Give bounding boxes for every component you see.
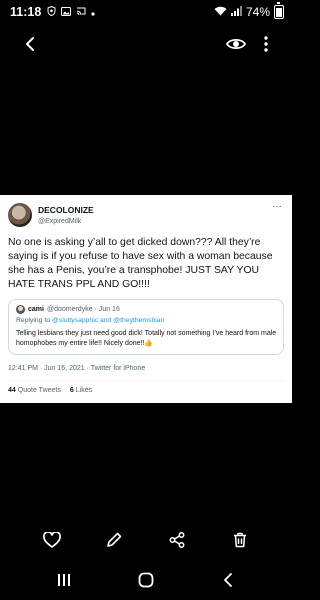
shield-notification-icon: [47, 5, 56, 19]
signal-icon: [230, 5, 242, 19]
recent-apps-button[interactable]: [52, 568, 76, 592]
quoted-tweet: cami @doomerdyke · Jun 16 Replying to @s…: [8, 299, 284, 355]
system-navigation-bar: [0, 568, 292, 592]
replying-to-handles: @sluttysapphic and @theythemsbian: [51, 317, 165, 324]
edit-button[interactable]: [102, 528, 126, 552]
display-name: DECOLONIZE: [38, 205, 94, 215]
system-back-button[interactable]: [216, 568, 240, 592]
dot-notification-icon: [91, 5, 95, 19]
tweet-stats: 44 Quote Tweets 6 Likes: [8, 381, 284, 394]
likes-count: 6: [69, 387, 74, 394]
view-button[interactable]: [222, 30, 250, 58]
tweet-author: DECOLONIZE @ExpiredMilk: [38, 203, 94, 227]
replying-prefix: Replying to: [16, 317, 52, 324]
share-button[interactable]: [165, 528, 189, 552]
home-icon: [138, 572, 154, 588]
status-notification-icons: [47, 5, 95, 19]
delete-button[interactable]: [228, 528, 252, 552]
tweet-header: DECOLONIZE @ExpiredMilk ···: [8, 201, 284, 231]
status-system-icons: 74%: [214, 2, 284, 19]
tweet-text: No one is asking y’all to get dicked dow…: [8, 237, 273, 290]
wifi-icon: [214, 5, 227, 19]
trash-icon: [234, 532, 246, 548]
more-options-button[interactable]: [258, 30, 274, 58]
battery-level: [276, 8, 282, 17]
quote-tweets-label: Quote Tweets: [17, 387, 61, 394]
user-handle: @ExpiredMilk: [38, 218, 82, 225]
media-action-bar: [0, 528, 292, 552]
tweet-screenshot: DECOLONIZE @ExpiredMilk ··· No one is as…: [0, 195, 292, 403]
media-viewer-top-bar: [0, 30, 292, 58]
edit-icon: [107, 532, 122, 547]
status-time: 11:18: [10, 5, 42, 19]
favorite-button[interactable]: [40, 528, 64, 552]
quoted-display-name: cami: [28, 306, 44, 313]
battery-icon: [274, 2, 284, 19]
quoted-avatar: [16, 305, 25, 314]
quoted-handle-date: @doomerdyke · Jun 16: [46, 306, 120, 313]
more-vertical-icon: [264, 36, 268, 52]
quoted-tweet-header: cami @doomerdyke · Jun 16: [16, 305, 277, 314]
home-button[interactable]: [134, 568, 158, 592]
heart-icon: [43, 532, 61, 548]
quoted-tweet-text: Telling lesbians they just need good dic…: [16, 330, 277, 347]
tweet-timestamp: 12:41 PM · Jun 16, 2021 · Twitter for iP…: [8, 365, 284, 381]
tweet-menu-icon: ···: [272, 201, 282, 212]
status-bar: 11:18 74%: [0, 0, 292, 24]
share-icon: [169, 532, 185, 548]
cast-notification-icon: [76, 5, 86, 19]
back-arrow-icon: [26, 37, 34, 51]
quote-tweets-stat: 44 Quote Tweets: [8, 387, 61, 394]
likes-label: Likes: [75, 387, 93, 394]
avatar: [8, 203, 32, 227]
gallery-notification-icon: [61, 5, 72, 19]
quoted-replying-to: Replying to @sluttysapphic and @theythem…: [16, 316, 277, 325]
battery-percent: 74%: [245, 5, 270, 19]
quote-tweets-count: 44: [8, 387, 16, 394]
eye-icon: [226, 38, 246, 50]
recent-apps-icon: [58, 574, 70, 586]
back-icon: [224, 573, 232, 587]
back-button[interactable]: [16, 30, 44, 58]
likes-stat: 6 Likes: [70, 387, 92, 394]
